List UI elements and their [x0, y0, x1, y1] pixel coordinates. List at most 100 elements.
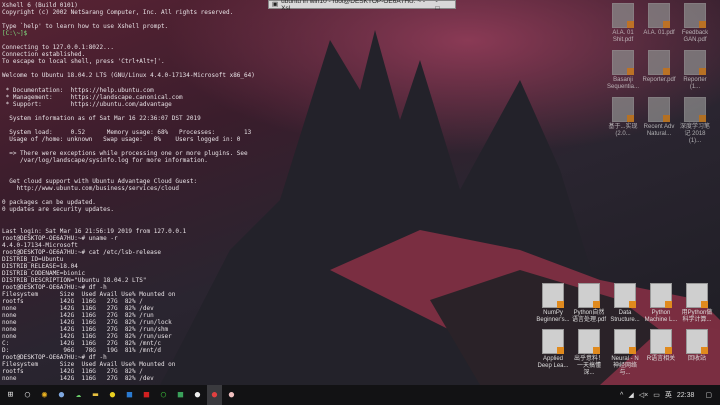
file-thumbnail-icon [612, 97, 634, 122]
app-white-icon[interactable]: ● [190, 385, 205, 405]
file-thumbnail-icon [612, 50, 634, 75]
terminal-line: 0 packages can be updated. [2, 199, 96, 207]
terminal-line: none 142G 116G 27G 82% /run/user [2, 333, 172, 341]
terminal-line: 0 updates are security updates. [2, 206, 114, 214]
desktop-icon-label: Data Structure... [610, 310, 640, 323]
terminal-line: Get cloud support with Ubuntu Advantage … [2, 178, 198, 186]
desktop-icon[interactable]: Basanji Sequentia... [606, 50, 640, 91]
file-thumbnail-icon [542, 283, 564, 308]
file-thumbnail-icon [684, 3, 706, 28]
xshell-icon[interactable]: ● [207, 385, 222, 405]
desktop-icon[interactable]: Reporter (1... [678, 50, 712, 91]
terminal-line: Connection established. [2, 51, 86, 59]
terminal-line: root@DESKTOP-OE6A7HU:~# df -h [2, 283, 107, 291]
app-pink-icon[interactable]: ● [224, 385, 239, 405]
file-thumbnail-icon [648, 97, 670, 122]
ime-indicator[interactable]: 英 [665, 390, 672, 400]
desktop-icon[interactable]: 回收站 [680, 329, 714, 363]
desktop-icon[interactable]: Recent Adv Natural... [642, 97, 676, 138]
terminal-line: rootfs 142G 116G 27G 82% / [2, 368, 143, 376]
cortana-search-icon[interactable]: ○ [20, 385, 35, 405]
desktop-icon[interactable]: Reporter.pdf [642, 50, 676, 84]
desktop-icon[interactable]: 用Python做 科学计算... [680, 283, 714, 324]
desktop-icon[interactable]: 基于...实现 (2.0... [606, 97, 640, 138]
file-thumbnail-icon [684, 97, 706, 122]
desktop-icon[interactable]: 出乎意料！ 一天搞懂深... [572, 329, 606, 377]
terminal-line: System information as of Sat Mar 16 22:3… [2, 114, 201, 122]
terminal-line: none 142G 116G 27G 82% /run/shm [2, 326, 169, 334]
desktop-icon[interactable]: Data Structure... [608, 283, 642, 324]
desktop-icon-label: 回收站 [687, 356, 706, 362]
file-thumbnail-icon [578, 329, 600, 354]
desktop-icon[interactable]: 深度学习笔记 2018 (1)... [678, 97, 712, 145]
terminal-line: none 142G 116G 27G 82% /dev [2, 375, 154, 383]
app-blue-icon[interactable]: ● [54, 385, 69, 405]
file-thumbnail-icon [614, 283, 636, 308]
desktop-icon-label: AI.A. 01 Shit.pdf [612, 30, 634, 43]
terminal-line: /var/log/landscape/sysinfo.log for more … [2, 157, 208, 165]
desktop-icon-label: Basanji Sequentia... [606, 77, 640, 90]
show-hidden-icons-button[interactable]: ^ [620, 392, 623, 399]
desktop-icon-label: Applied Deep Lea... [537, 356, 569, 369]
desktop-icon-label: NumPy Beginner's... [536, 310, 570, 323]
desktop-icon[interactable]: Python自然 语言处理.pdf [572, 283, 606, 324]
clock[interactable]: 22:38 [677, 392, 695, 399]
file-thumbnail-icon [542, 329, 564, 354]
windows-start-icon[interactable]: ⊞ [3, 385, 18, 405]
terminal-line: Usage of /home: unknown Swap usage: 0% U… [2, 135, 241, 143]
outlook-icon[interactable]: ■ [122, 385, 137, 405]
terminal-line: DISTRIB_RELEASE=18.04 [2, 262, 78, 270]
network-icon[interactable]: ◢ [628, 391, 633, 399]
desktop-icon[interactable]: Neural - N 神经网络与... [608, 329, 642, 377]
terminal-line: [C:\~]$ [2, 30, 28, 38]
system-tray: ^ ◢ ◁× ▭ 英 22:38 ▢ [620, 390, 720, 400]
terminal-line: C: 142G 116G 27G 82% /mnt/c [2, 340, 161, 348]
notifications-icon[interactable]: ▢ [705, 391, 712, 399]
app-green2-icon[interactable]: ■ [173, 385, 188, 405]
terminal-line: DISTRIB_DESCRIPTION="Ubuntu 18.04.2 LTS" [2, 276, 147, 284]
desktop-icon[interactable]: AI.A. 01 Shit.pdf [606, 3, 640, 44]
wechat-icon[interactable]: ☁ [71, 385, 86, 405]
terminal-output[interactable]: Xshell 6 (Build 0101) Copyright (c) 2002 … [2, 2, 402, 383]
terminal-line: root@DESKTOP-OE6A7HU:~# df -h [2, 354, 107, 362]
window-controls[interactable]: - □ [435, 0, 455, 12]
file-thumbnail-icon [612, 3, 634, 28]
desktop-icon[interactable]: Applied Deep Lea... [536, 329, 570, 370]
desktop-icon-label: 出乎意料！ 一天搞懂深... [573, 356, 604, 376]
desktop-icon[interactable]: AI.A. 01.pdf [642, 3, 676, 37]
chrome-icon[interactable]: ◉ [37, 385, 52, 405]
battery-icon[interactable]: ▭ [653, 391, 660, 399]
adobe-reader-icon[interactable]: ■ [139, 385, 154, 405]
terminal-line: Xshell 6 (Build 0101) [2, 2, 78, 9]
desktop-icon[interactable]: Feedback GAN.pdf [678, 3, 712, 44]
file-thumbnail-icon [686, 283, 708, 308]
file-thumbnail-icon [648, 3, 670, 28]
file-explorer-icon[interactable]: ▬ [88, 385, 103, 405]
desktop-icon-label: 用Python做 科学计算... [681, 310, 713, 323]
file-thumbnail-icon [614, 329, 636, 354]
terminal-line: none 142G 116G 27G 82% /run/lock [2, 319, 172, 327]
terminal-line: * Support: https://ubuntu.com/advantage [2, 100, 172, 108]
desktop-icon-label: Python Machine L... [644, 310, 678, 323]
desktop-icon-label: R语言相关 [646, 356, 676, 362]
app-yellow-icon[interactable]: ● [105, 385, 120, 405]
terminal-line: Type `help' to learn how to use Xshell p… [2, 23, 169, 31]
app-green-icon[interactable]: ○ [156, 385, 171, 405]
desktop-icon-label: Neural - N 神经网络与... [611, 356, 639, 376]
desktop-icon[interactable]: NumPy Beginner's... [536, 283, 570, 324]
terminal-line: System load: 0.52 Memory usage: 68% Proc… [2, 128, 252, 136]
volume-icon[interactable]: ◁× [639, 391, 648, 399]
terminal-line: root@DESKTOP-OE6A7HU:~# uname -r [2, 234, 118, 242]
desktop-icon[interactable]: R语言相关 [644, 329, 678, 363]
desktop-icon[interactable]: Python Machine L... [644, 283, 678, 324]
terminal-line: Connecting to 127.0.0.1:8022... [2, 44, 114, 52]
terminal-line: DISTRIB_CODENAME=bionic [2, 269, 86, 277]
